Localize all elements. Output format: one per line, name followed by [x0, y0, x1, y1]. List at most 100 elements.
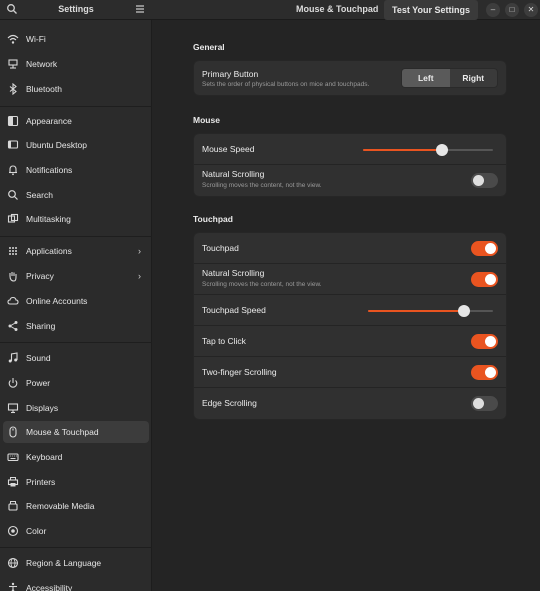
- maximize-icon[interactable]: □: [505, 3, 519, 17]
- sidebar-item-online-accounts[interactable]: Online Accounts: [3, 290, 149, 312]
- sidebar-item-label: Printers: [26, 477, 56, 487]
- page-title: Mouse & Touchpad: [296, 4, 379, 14]
- music-note-icon: [7, 352, 19, 364]
- close-icon[interactable]: ✕: [524, 3, 538, 17]
- hand-icon: [7, 270, 19, 282]
- sidebar-item-keyboard[interactable]: Keyboard: [3, 446, 149, 468]
- touchpad-speed-row: Touchpad Speed: [194, 295, 506, 326]
- mouse-speed-row: Mouse Speed: [194, 134, 506, 165]
- sidebar-item-network[interactable]: Network: [3, 53, 149, 75]
- mouse-icon: [7, 426, 19, 438]
- touchpad-natural-scrolling-subtitle: Scrolling moves the content, not the vie…: [202, 281, 322, 288]
- sidebar-item-search[interactable]: Search: [3, 184, 149, 206]
- mouse-natural-scrolling-switch[interactable]: [471, 173, 498, 188]
- sidebar-item-bluetooth[interactable]: Bluetooth: [3, 78, 149, 100]
- sidebar-item-sound[interactable]: Sound: [3, 347, 149, 369]
- sidebar-item-sharing[interactable]: Sharing: [3, 315, 149, 337]
- sidebar-item-label: Bluetooth: [26, 84, 62, 94]
- sidebar-item-accessibility[interactable]: Accessibility: [3, 577, 149, 591]
- general-panel: Primary Button Sets the order of physica…: [193, 60, 507, 96]
- sidebar-divider: [0, 547, 152, 548]
- usb-drive-icon: [7, 500, 19, 512]
- touchpad-speed-label: Touchpad Speed: [202, 305, 266, 315]
- sidebar-divider: [0, 106, 152, 107]
- sidebar-item-label: Mouse & Touchpad: [26, 427, 99, 437]
- mouse-speed-slider[interactable]: [363, 144, 493, 156]
- two-finger-scrolling-switch[interactable]: [471, 365, 498, 380]
- menu-icon[interactable]: [134, 3, 146, 15]
- mouse-speed-thumb[interactable]: [436, 144, 449, 156]
- chevron-right-icon: ›: [138, 246, 141, 256]
- primary-button-row: Primary Button Sets the order of physica…: [194, 61, 506, 95]
- sidebar-item-appearance[interactable]: Appearance: [3, 110, 149, 132]
- apps-icon: [7, 245, 19, 257]
- touchpad-speed-thumb[interactable]: [458, 305, 471, 317]
- sidebar-item-label: Displays: [26, 403, 59, 413]
- sidebar-item-label: Applications: [26, 246, 72, 256]
- sidebar-item-mouse-touchpad[interactable]: Mouse & Touchpad: [3, 421, 149, 443]
- touchpad-panel: Touchpad Natural Scrolling Scrolling mov…: [193, 232, 507, 420]
- sidebar-item-label: Sharing: [26, 321, 56, 331]
- primary-button-selector: Left Right: [401, 68, 498, 88]
- printer-icon: [7, 476, 19, 488]
- edge-scrolling-switch[interactable]: [471, 396, 498, 411]
- touchpad-switch[interactable]: [471, 241, 498, 256]
- sidebar-item-label: Wi-Fi: [26, 34, 46, 44]
- sidebar-item-label: Online Accounts: [26, 296, 88, 306]
- two-finger-scrolling-label: Two-finger Scrolling: [202, 367, 277, 377]
- sidebar-item-color[interactable]: Color: [3, 520, 149, 542]
- share-icon: [7, 320, 19, 332]
- touchpad-speed-fill: [368, 310, 465, 312]
- mouse-natural-scrolling-row: Natural Scrolling Scrolling moves the co…: [194, 165, 506, 196]
- minimize-icon[interactable]: –: [486, 3, 500, 17]
- sidebar-item-label: Power: [26, 378, 51, 388]
- switch-knob: [485, 367, 496, 378]
- switch-knob: [485, 336, 496, 347]
- mouse-speed-label: Mouse Speed: [202, 144, 255, 154]
- primary-button-label: Primary Button: [202, 69, 259, 79]
- edge-scrolling-label: Edge Scrolling: [202, 398, 257, 408]
- sidebar-divider: [0, 236, 152, 237]
- mouse-panel: Mouse Speed Natural Scrolling Scrolling …: [193, 133, 507, 197]
- sidebar-item-displays[interactable]: Displays: [3, 397, 149, 419]
- bell-icon: [7, 164, 19, 176]
- primary-button-left-option[interactable]: Left: [402, 69, 450, 87]
- sidebar-item-label: Search: [26, 190, 53, 200]
- sidebar-item-power[interactable]: Power: [3, 372, 149, 394]
- network-icon: [7, 58, 19, 70]
- multitasking-icon: [7, 213, 19, 225]
- monitor-icon: [7, 402, 19, 414]
- sidebar-item-region-language[interactable]: Region & Language: [3, 552, 149, 574]
- sidebar-item-label: Privacy: [26, 271, 54, 281]
- tap-to-click-switch[interactable]: [471, 334, 498, 349]
- touchpad-natural-scrolling-label: Natural Scrolling: [202, 268, 265, 278]
- sidebar-item-label: Appearance: [26, 116, 72, 126]
- primary-button-subtitle: Sets the order of physical buttons on mi…: [202, 81, 370, 88]
- sidebar-item-wifi[interactable]: Wi-Fi: [3, 28, 149, 50]
- touchpad-natural-scrolling-switch[interactable]: [471, 272, 498, 287]
- power-icon: [7, 377, 19, 389]
- sidebar-item-label: Removable Media: [26, 501, 95, 511]
- sidebar-item-printers[interactable]: Printers: [3, 471, 149, 493]
- two-finger-scrolling-row: Two-finger Scrolling: [194, 357, 506, 388]
- touchpad-speed-slider[interactable]: [368, 305, 493, 317]
- sidebar-item-notifications[interactable]: Notifications: [3, 159, 149, 181]
- primary-button-right-option[interactable]: Right: [450, 69, 498, 87]
- tap-to-click-label: Tap to Click: [202, 336, 246, 346]
- appearance-icon: [7, 115, 19, 127]
- test-your-settings-button[interactable]: Test Your Settings: [384, 0, 478, 20]
- sidebar-item-ubuntu-desktop[interactable]: Ubuntu Desktop: [3, 134, 149, 156]
- sidebar-item-label: Accessibility: [26, 583, 73, 591]
- sidebar-divider: [0, 342, 152, 343]
- main-header: Mouse & Touchpad Test Your Settings – □ …: [152, 0, 540, 20]
- tap-to-click-row: Tap to Click: [194, 326, 506, 357]
- sidebar-item-applications[interactable]: Applications ›: [3, 240, 149, 262]
- sidebar-item-label: Region & Language: [26, 558, 102, 568]
- edge-scrolling-row: Edge Scrolling: [194, 388, 506, 419]
- mouse-natural-scrolling-label: Natural Scrolling: [202, 169, 265, 179]
- sidebar: Wi-Fi Network Bluetooth Appearance Ubunt…: [0, 20, 152, 591]
- sidebar-item-removable-media[interactable]: Removable Media: [3, 495, 149, 517]
- sidebar-item-label: Multitasking: [26, 214, 71, 224]
- sidebar-item-privacy[interactable]: Privacy ›: [3, 265, 149, 287]
- sidebar-item-multitasking[interactable]: Multitasking: [3, 208, 149, 230]
